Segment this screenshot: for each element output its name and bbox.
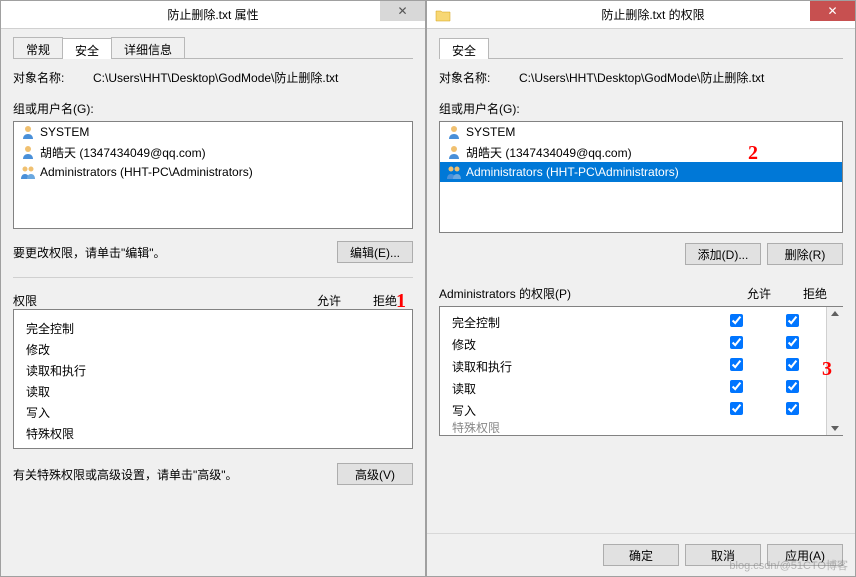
perms-header-allow: 允许	[301, 292, 357, 309]
remove-button[interactable]: 删除(R)	[767, 243, 843, 265]
permissions-box: 完全控制 修改 读取和执行 读取 写入 特殊权限	[13, 309, 413, 449]
permissions-window: 防止删除.txt 的权限 ✕ 安全 对象名称: C:\Users\HHT\Des…	[426, 0, 856, 577]
tab-details[interactable]: 详细信息	[111, 37, 185, 58]
object-name-label: 对象名称:	[13, 69, 93, 86]
perm-name: 读取和执行	[446, 358, 708, 375]
perm-row: 读取	[446, 377, 820, 399]
deny-checkbox[interactable]	[786, 380, 799, 393]
tab-security[interactable]: 安全	[62, 38, 112, 59]
advanced-button[interactable]: 高级(V)	[337, 463, 413, 485]
deny-checkbox[interactable]	[786, 402, 799, 415]
folder-icon	[435, 8, 451, 22]
perm-for-label: Administrators 的权限(P)	[439, 285, 731, 302]
list-item[interactable]: Administrators (HHT-PC\Administrators)	[14, 162, 412, 182]
list-item[interactable]: 胡皓天 (1347434049@qq.com)	[14, 142, 412, 162]
perm-name: 读取	[446, 380, 708, 397]
advanced-note: 有关特殊权限或高级设置，请单击"高级"。	[13, 466, 238, 483]
list-item-label: Administrators (HHT-PC\Administrators)	[40, 165, 253, 179]
list-item[interactable]: SYSTEM	[440, 122, 842, 142]
deny-checkbox[interactable]	[786, 314, 799, 327]
window-body-right: 安全 对象名称: C:\Users\HHT\Desktop\GodMode\防止…	[427, 29, 855, 533]
ok-button[interactable]: 确定	[603, 544, 679, 566]
allow-checkbox[interactable]	[730, 402, 743, 415]
scrollbar[interactable]	[826, 307, 843, 435]
object-name-row: 对象名称: C:\Users\HHT\Desktop\GodMode\防止删除.…	[13, 69, 413, 86]
allow-checkbox[interactable]	[730, 380, 743, 393]
list-item-label: SYSTEM	[466, 125, 515, 139]
perms-header: Administrators 的权限(P) 允许 拒绝	[439, 285, 843, 302]
object-name-value: C:\Users\HHT\Desktop\GodMode\防止删除.txt	[93, 69, 413, 86]
perm-row: 完全控制	[446, 311, 820, 333]
perm-rows: 完全控制修改读取和执行读取写入特殊权限	[440, 307, 826, 435]
group-users-label: 组或用户名(G):	[13, 100, 413, 117]
window-title: 防止删除.txt 属性	[1, 6, 425, 23]
list-item-label: SYSTEM	[40, 125, 89, 139]
users-listbox[interactable]: SYSTEM 胡皓天 (1347434049@qq.com) Administr…	[439, 121, 843, 233]
window-title: 防止删除.txt 的权限	[451, 6, 855, 23]
window-body-left: 常规 安全 详细信息 对象名称: C:\Users\HHT\Desktop\Go…	[1, 29, 425, 576]
properties-window: 防止删除.txt 属性 ✕ 常规 安全 详细信息 对象名称: C:\Users\…	[0, 0, 426, 577]
user-icon	[20, 144, 36, 160]
perm-row: 修改	[446, 333, 820, 355]
titlebar-left: 防止删除.txt 属性 ✕	[1, 1, 425, 29]
edit-button[interactable]: 编辑(E)...	[337, 241, 413, 263]
apply-button[interactable]: 应用(A)	[767, 544, 843, 566]
perm-row: 读取和执行	[26, 360, 400, 381]
users-listbox[interactable]: SYSTEM 胡皓天 (1347434049@qq.com) Administr…	[13, 121, 413, 229]
tabs: 常规 安全 详细信息	[13, 37, 413, 59]
perm-row: 写入	[446, 399, 820, 421]
edit-note-row: 要更改权限，请单击"编辑"。 编辑(E)...	[13, 241, 413, 263]
perms-header: 权限 允许 拒绝	[13, 292, 413, 309]
users-icon	[20, 164, 36, 180]
allow-checkbox[interactable]	[730, 314, 743, 327]
list-item-selected[interactable]: Administrators (HHT-PC\Administrators)	[440, 162, 842, 182]
list-item-label: 胡皓天 (1347434049@qq.com)	[466, 144, 632, 161]
object-name-label: 对象名称:	[439, 69, 519, 86]
tab-security[interactable]: 安全	[439, 38, 489, 59]
tabs: 安全	[439, 37, 843, 59]
add-button[interactable]: 添加(D)...	[685, 243, 761, 265]
close-button[interactable]: ✕	[380, 1, 425, 21]
list-item[interactable]: SYSTEM	[14, 122, 412, 142]
allow-checkbox[interactable]	[730, 358, 743, 371]
object-name-value: C:\Users\HHT\Desktop\GodMode\防止删除.txt	[519, 69, 843, 86]
perm-row: 特殊权限	[446, 421, 820, 433]
titlebar-right: 防止删除.txt 的权限 ✕	[427, 1, 855, 29]
close-button[interactable]: ✕	[810, 1, 855, 21]
allow-checkbox[interactable]	[730, 336, 743, 349]
dialog-buttons: 确定 取消 应用(A)	[427, 533, 855, 576]
list-item[interactable]: 胡皓天 (1347434049@qq.com)	[440, 142, 842, 162]
perm-row: 修改	[26, 339, 400, 360]
perms-header-deny: 拒绝	[787, 285, 843, 302]
perm-name: 修改	[446, 336, 708, 353]
perms-header-allow: 允许	[731, 285, 787, 302]
perm-name: 写入	[446, 402, 708, 419]
tab-general[interactable]: 常规	[13, 37, 63, 58]
object-name-row: 对象名称: C:\Users\HHT\Desktop\GodMode\防止删除.…	[439, 69, 843, 86]
perm-row: 读取和执行	[446, 355, 820, 377]
list-item-label: Administrators (HHT-PC\Administrators)	[466, 165, 679, 179]
advanced-row: 有关特殊权限或高级设置，请单击"高级"。 高级(V)	[13, 463, 413, 485]
permissions-list: 完全控制修改读取和执行读取写入特殊权限	[439, 306, 843, 436]
user-icon	[446, 144, 462, 160]
divider	[13, 277, 413, 278]
list-item-label: 胡皓天 (1347434049@qq.com)	[40, 144, 206, 161]
perm-name: 特殊权限	[446, 421, 708, 433]
users-icon	[446, 164, 462, 180]
deny-checkbox[interactable]	[786, 336, 799, 349]
edit-note-text: 要更改权限，请单击"编辑"。	[13, 244, 166, 261]
group-users-label: 组或用户名(G):	[439, 100, 843, 117]
perm-row: 写入	[26, 402, 400, 423]
perm-row: 完全控制	[26, 318, 400, 339]
deny-checkbox[interactable]	[786, 358, 799, 371]
perm-row: 特殊权限	[26, 423, 400, 444]
perms-header-deny: 拒绝	[357, 292, 413, 309]
perm-name: 完全控制	[446, 314, 708, 331]
user-icon	[446, 124, 462, 140]
user-icon	[20, 124, 36, 140]
cancel-button[interactable]: 取消	[685, 544, 761, 566]
perm-row: 读取	[26, 381, 400, 402]
perms-header-name: 权限	[13, 292, 301, 309]
add-remove-row: 添加(D)... 删除(R)	[439, 243, 843, 265]
